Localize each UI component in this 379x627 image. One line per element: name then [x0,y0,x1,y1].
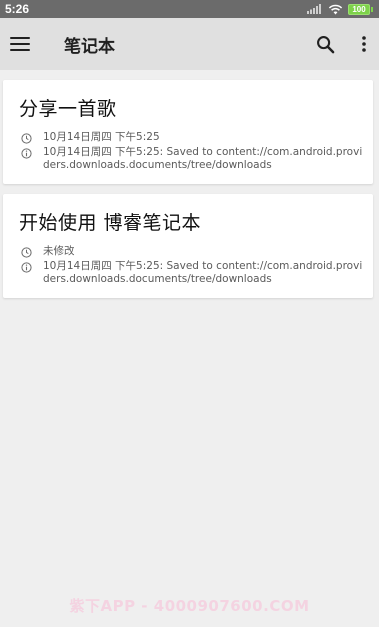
status-bar: 5:26 100 [0,0,379,18]
note-card[interactable]: 分享一首歌 10月14日周四 下午5:25 10月14日周四 下午5:25: S… [3,80,373,184]
note-card[interactable]: 开始使用 博睿笔记本 未修改 10月14日周四 下午5:25: Saved to… [3,194,373,298]
signal-icon [307,4,323,14]
clock-icon [19,247,33,258]
note-info-row: 10月14日周四 下午5:25: Saved to content://com.… [19,146,363,172]
note-modified-row: 10月14日周四 下午5:25 [19,131,363,144]
status-icons: 100 [307,3,373,15]
status-time: 5:26 [5,2,30,16]
note-modified: 未修改 [43,245,75,257]
watermark: 紫下APP - 4000907600.COM [69,597,310,615]
menu-icon[interactable] [10,37,30,51]
note-title: 开始使用 博睿笔记本 [19,212,202,234]
info-icon [19,148,33,159]
note-info: 10月14日周四 下午5:25: Saved to content://com.… [43,260,363,285]
note-modified: 10月14日周四 下午5:25 [43,131,160,143]
info-icon [19,262,33,273]
note-title: 分享一首歌 [19,98,117,120]
notes-list: 分享一首歌 10月14日周四 下午5:25 10月14日周四 下午5:25: S… [0,70,379,298]
more-vert-icon[interactable] [361,36,367,52]
clock-icon [19,133,33,144]
wifi-icon [328,4,343,15]
search-icon[interactable] [316,35,335,54]
app-toolbar: 笔记本 [0,18,379,70]
note-info: 10月14日周四 下午5:25: Saved to content://com.… [43,146,363,171]
toolbar-title: 笔记本 [64,36,115,57]
battery-level: 100 [348,3,370,15]
note-info-row: 10月14日周四 下午5:25: Saved to content://com.… [19,260,363,286]
toolbar-actions [316,35,367,54]
battery-icon: 100 [348,3,373,15]
note-modified-row: 未修改 [19,245,363,258]
